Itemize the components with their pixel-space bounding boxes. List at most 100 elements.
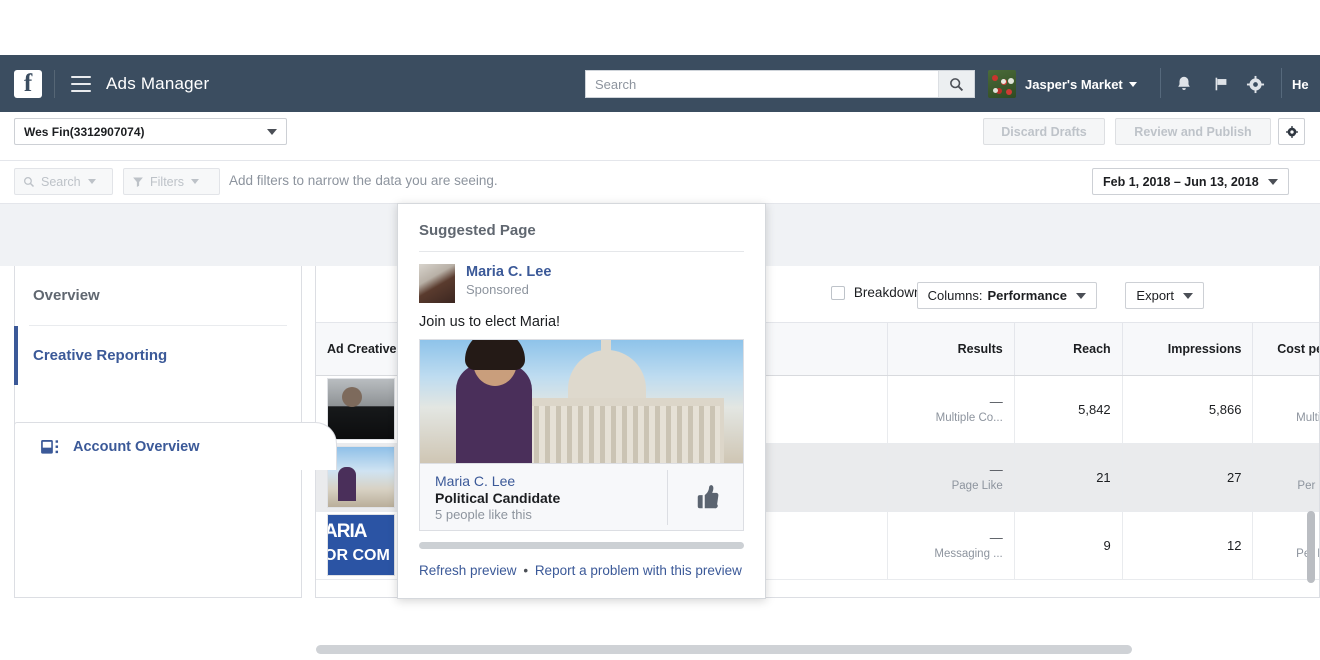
- date-range-picker[interactable]: Feb 1, 2018 – Jun 13, 2018: [1092, 168, 1289, 195]
- refresh-preview-link[interactable]: Refresh preview: [419, 563, 517, 578]
- filter-search-button[interactable]: Search: [14, 168, 113, 195]
- results-value: —: [989, 462, 1003, 477]
- capitol-dome-shape: [568, 340, 646, 402]
- sidebar-item-label: Creative Reporting: [33, 347, 168, 364]
- chevron-down-icon: [1267, 178, 1278, 185]
- cell-reach: 5,842: [1014, 375, 1123, 444]
- columns-prefix: Columns:: [927, 288, 983, 303]
- date-range-label: Feb 1, 2018 – Jun 13, 2018: [1103, 174, 1259, 189]
- candidate-figure-shape: [456, 340, 532, 463]
- ads-manager-page: f Ads Manager Jasper's Market He Wes Fin…: [0, 0, 1320, 660]
- cell-results: — Page Like: [887, 443, 1015, 512]
- ad-creative-thumbnail[interactable]: [327, 378, 395, 440]
- results-subtext: Messaging ...: [934, 548, 1003, 560]
- cell-reach: 21: [1014, 443, 1123, 512]
- bell-icon[interactable]: [1170, 70, 1198, 98]
- search-icon[interactable]: [938, 71, 974, 97]
- tab-label: Account Overview: [73, 438, 200, 455]
- cost-subtext: Per Page Like: [1297, 480, 1319, 492]
- hamburger-icon[interactable]: [71, 75, 91, 92]
- preview-ad-card: Maria C. Lee Political Candidate 5 peopl…: [419, 339, 744, 531]
- funnel-icon: [133, 177, 143, 187]
- ad-creative-thumbnail[interactable]: [327, 446, 395, 508]
- review-and-publish-button[interactable]: Review and Publish: [1115, 118, 1271, 145]
- filter-search-label: Search: [41, 174, 81, 189]
- results-subtext: Multiple Co...: [935, 412, 1003, 424]
- link-separator: •: [523, 563, 529, 578]
- cell-cost-per-result: — Per Page Like: [1252, 443, 1319, 512]
- global-search[interactable]: [585, 70, 975, 98]
- like-button[interactable]: [667, 469, 743, 525]
- preview-card-meta: Maria C. Lee Political Candidate 5 peopl…: [420, 463, 743, 530]
- preview-ad-header: Maria C. Lee Sponsored: [398, 252, 765, 303]
- page-avatar: [419, 264, 455, 303]
- ad-creative-thumbnail[interactable]: [327, 514, 395, 576]
- column-header-cost-per-result[interactable]: Cost per Result: [1252, 323, 1319, 376]
- page-name-link[interactable]: Maria C. Lee: [466, 264, 551, 280]
- table-horizontal-scrollbar[interactable]: [316, 645, 1132, 654]
- columns-value: Performance: [987, 288, 1067, 303]
- cell-impressions: 27: [1122, 443, 1254, 512]
- account-switcher[interactable]: Jasper's Market: [988, 70, 1137, 98]
- chevron-down-icon: [87, 179, 96, 184]
- flag-icon[interactable]: [1207, 70, 1235, 98]
- sidebar-item-label: Overview: [33, 287, 100, 304]
- table-vertical-scrollbar[interactable]: [1307, 511, 1315, 583]
- ad-copy-text: Join us to elect Maria!: [419, 314, 561, 330]
- results-value: —: [989, 394, 1003, 409]
- tab-account-overview[interactable]: Account Overview: [14, 422, 337, 470]
- results-value: —: [989, 530, 1003, 545]
- column-header-impressions[interactable]: Impressions: [1122, 323, 1254, 376]
- column-header-reach[interactable]: Reach: [1014, 323, 1123, 376]
- avatar: [988, 70, 1016, 98]
- search-input[interactable]: [586, 71, 938, 97]
- header-divider-3: [1281, 68, 1282, 98]
- chevron-down-icon: [1183, 292, 1193, 299]
- cell-reach: 9: [1014, 511, 1123, 580]
- cost-subtext: Multiple Con...: [1296, 412, 1319, 424]
- ad-creative-image: [420, 340, 743, 463]
- card-page-category: Political Candidate: [435, 489, 561, 506]
- column-header-results[interactable]: Results: [887, 323, 1015, 376]
- cell-impressions: 12: [1122, 511, 1254, 580]
- cell-cost-per-result: — Multiple Con...: [1252, 375, 1319, 444]
- account-name: Jasper's Market: [1025, 76, 1123, 92]
- chevron-down-icon: [1076, 292, 1086, 299]
- sidebar-item-overview[interactable]: Overview: [15, 266, 301, 325]
- cell-results: — Messaging ...: [887, 511, 1015, 580]
- account-selector[interactable]: Wes Fin(3312907074): [14, 118, 287, 145]
- filters-label: Filters: [150, 174, 185, 189]
- facebook-logo-icon[interactable]: f: [14, 69, 42, 98]
- header-divider: [54, 69, 55, 98]
- thumbs-up-icon: [697, 485, 718, 509]
- sidebar-item-creative-reporting[interactable]: Creative Reporting: [14, 326, 301, 385]
- capitol-pillars-shape: [512, 406, 720, 463]
- app-title: Ads Manager: [106, 73, 210, 93]
- account-overview-icon: [41, 439, 59, 454]
- chevron-down-icon: [1128, 81, 1137, 87]
- discard-drafts-button[interactable]: Discard Drafts: [983, 118, 1105, 145]
- export-label: Export: [1136, 288, 1174, 303]
- results-subtext: Page Like: [951, 480, 1003, 492]
- help-link[interactable]: He: [1292, 77, 1309, 92]
- columns-dropdown[interactable]: Columns: Performance: [916, 282, 1097, 309]
- search-icon: [24, 176, 35, 187]
- chevron-down-icon: [191, 179, 200, 184]
- preview-footer-links: Refresh preview • Report a problem with …: [398, 549, 765, 592]
- sponsored-label: Sponsored: [466, 282, 529, 297]
- account-settings-gear-icon[interactable]: [1278, 118, 1305, 145]
- preview-title: Suggested Page: [419, 222, 536, 239]
- preview-horizontal-scrollbar[interactable]: [419, 542, 744, 549]
- filters-button[interactable]: Filters: [123, 168, 220, 195]
- account-selector-label: Wes Fin(3312907074): [24, 124, 145, 139]
- header-divider-2: [1160, 68, 1161, 98]
- report-problem-link[interactable]: Report a problem with this preview: [535, 563, 742, 578]
- filter-hint-text: Add filters to narrow the data you are s…: [229, 173, 498, 188]
- checkbox-box[interactable]: [830, 285, 845, 300]
- cell-results: — Multiple Co...: [887, 375, 1015, 444]
- card-like-count: 5 people like this: [435, 506, 532, 522]
- card-page-name[interactable]: Maria C. Lee: [435, 473, 652, 489]
- gear-icon[interactable]: [1241, 70, 1269, 98]
- ad-preview-popover: Suggested Page Maria C. Lee Sponsored Jo…: [397, 203, 766, 599]
- export-dropdown[interactable]: Export: [1125, 282, 1204, 309]
